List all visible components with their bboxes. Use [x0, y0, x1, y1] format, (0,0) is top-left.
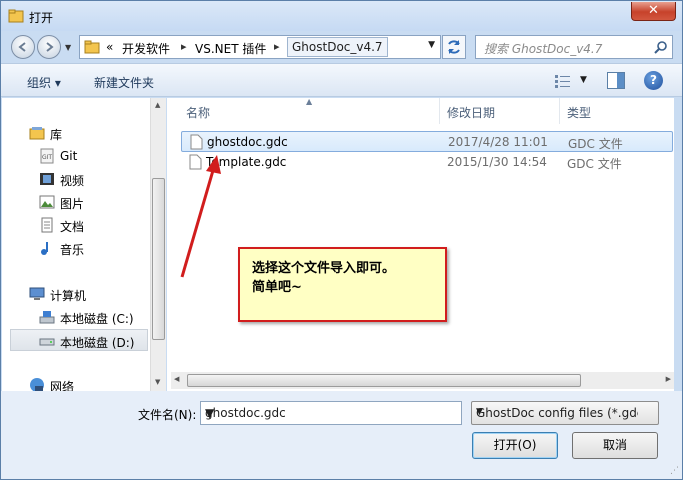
address-row: ▼ « 开发软件 ▸ VS.NET 插件 ▸ GhostDoc_v4.7 ▼ 搜…: [1, 31, 682, 63]
nav-item-pictures[interactable]: 图片: [2, 191, 150, 213]
nav-item-label: 计算机: [50, 289, 87, 303]
file-type: GDC 文件: [568, 137, 623, 151]
column-divider[interactable]: [439, 98, 440, 124]
folder-icon: [84, 40, 100, 54]
file-date: 2015/1/30 14:54: [447, 155, 547, 169]
navigation-pane: 库 GIT Git 视频 图片 文档 音乐 计算机 本地磁盘 (C:) 本地磁盘…: [2, 98, 166, 394]
command-bar: 组织 ▾ 新建文件夹 ▼ ?: [1, 63, 682, 97]
scroll-right-icon[interactable]: ▶: [666, 375, 671, 383]
search-placeholder: 搜索 GhostDoc_v4.7: [484, 42, 603, 56]
drive-icon: [39, 338, 55, 346]
picture-icon: [39, 195, 55, 209]
computer-icon: [29, 287, 45, 300]
annotation-line: 简单吧~: [252, 280, 302, 295]
filename-dropdown-icon[interactable]: ▼: [205, 406, 455, 420]
annotation-callout: 选择这个文件导入即可。 简单吧~: [238, 247, 447, 322]
breadcrumb-separator-icon[interactable]: ▸: [181, 40, 187, 53]
system-drive-icon: [39, 311, 55, 324]
file-row[interactable]: ghostdoc.gdc 2017/4/28 11:01 GDC 文件: [181, 131, 673, 152]
nav-scrollbar[interactable]: ▲ ▼: [150, 98, 166, 391]
scroll-up-icon[interactable]: ▲: [155, 101, 160, 109]
column-header-name[interactable]: 名称: [186, 104, 210, 121]
arrow-left-icon: [18, 42, 26, 52]
music-icon: [41, 242, 48, 255]
filename-input[interactable]: ghostdoc.gdc ▼: [200, 401, 462, 425]
cancel-button[interactable]: 取消: [572, 432, 658, 459]
file-row[interactable]: Template.gdc 2015/1/30 14:54 GDC 文件: [181, 152, 673, 173]
breadcrumb-item[interactable]: 开发软件: [122, 40, 170, 57]
annotation-text: 选择这个文件导入即可。 简单吧~: [252, 259, 395, 297]
annotation-line: 选择这个文件导入即可。: [252, 261, 396, 276]
close-button[interactable]: ✕: [631, 2, 676, 21]
nav-item-label: 音乐: [60, 243, 85, 257]
nav-item-label: 视频: [60, 174, 85, 188]
search-input[interactable]: 搜索 GhostDoc_v4.7: [475, 35, 673, 59]
breadcrumb-overflow[interactable]: «: [106, 40, 113, 54]
nav-item-documents[interactable]: 文档: [2, 214, 150, 236]
breadcrumb-separator-icon[interactable]: ▸: [274, 40, 280, 53]
organize-menu[interactable]: 组织 ▾: [27, 74, 61, 91]
window-title: 打开: [29, 11, 54, 25]
nav-item-music[interactable]: 音乐: [2, 237, 150, 259]
svg-text:GIT: GIT: [42, 154, 52, 161]
document-icon: [41, 217, 53, 233]
nav-item-drive-d[interactable]: 本地磁盘 (D:): [10, 329, 148, 351]
nav-item-label: 本地磁盘 (D:): [60, 336, 135, 350]
breadcrumb-current[interactable]: GhostDoc_v4.7: [287, 37, 388, 57]
file-list: ▲ 名称 修改日期 类型 ghostdoc.gdc 2017/4/28 11:0…: [167, 97, 674, 391]
chevron-down-icon: ▼: [476, 407, 483, 417]
filename-label: 文件名(N):: [138, 408, 197, 422]
file-date: 2017/4/28 11:01: [448, 135, 548, 149]
arrow-right-icon: [46, 42, 54, 52]
dialog-footer: 文件名(N): ghostdoc.gdc ▼ GhostDoc config f…: [1, 391, 682, 479]
sort-ascending-icon: ▲: [306, 97, 313, 106]
library-icon: [29, 127, 45, 140]
file-type: GDC 文件: [567, 157, 622, 171]
open-file-dialog: 打开 ✕ ▼ « 开发软件 ▸ VS.NET 插件 ▸ GhostDoc_v4.…: [0, 0, 683, 480]
column-header-date[interactable]: 修改日期: [447, 104, 495, 121]
open-dialog-icon: [8, 9, 24, 23]
annotation-arrow: [180, 155, 221, 278]
breadcrumb-item[interactable]: VS.NET 插件: [195, 40, 266, 57]
nav-item-label: 文档: [60, 220, 85, 234]
scroll-down-icon[interactable]: ▼: [155, 378, 160, 386]
back-button[interactable]: [11, 35, 35, 59]
nav-item-videos[interactable]: 视频: [2, 168, 150, 190]
help-button[interactable]: ?: [644, 71, 663, 90]
file-name: ghostdoc.gdc: [207, 135, 288, 149]
preview-pane-button[interactable]: [607, 72, 625, 89]
new-folder-button[interactable]: 新建文件夹: [94, 74, 154, 91]
resize-grip-icon[interactable]: ⋰: [670, 466, 679, 476]
recent-locations-dropdown[interactable]: ▼: [65, 43, 71, 52]
horizontal-scrollbar[interactable]: ◀ ▶: [171, 372, 674, 389]
nav-item-label: 本地磁盘 (C:): [60, 312, 134, 326]
file-icon: [190, 134, 203, 150]
view-options-icon[interactable]: [554, 73, 572, 89]
column-header-type[interactable]: 类型: [567, 104, 591, 121]
nav-item-label: 库: [50, 128, 63, 142]
forward-button[interactable]: [37, 35, 61, 59]
view-dropdown[interactable]: ▼: [580, 75, 587, 85]
video-icon: [40, 173, 54, 185]
address-dropdown[interactable]: ▼: [428, 40, 435, 50]
address-bar[interactable]: « 开发软件 ▸ VS.NET 插件 ▸ GhostDoc_v4.7 ▼: [79, 35, 441, 59]
scroll-left-icon[interactable]: ◀: [174, 375, 179, 383]
nav-item-label: 图片: [60, 197, 85, 211]
nav-item-libraries[interactable]: 库: [2, 122, 150, 144]
git-folder-icon: GIT: [40, 148, 54, 164]
title-bar: 打开 ✕: [1, 1, 682, 31]
nav-item-computer[interactable]: 计算机: [2, 283, 150, 305]
nav-item-drive-c[interactable]: 本地磁盘 (C:): [2, 306, 150, 328]
nav-scroll-thumb[interactable]: [152, 178, 165, 340]
column-divider[interactable]: [559, 98, 560, 124]
search-icon[interactable]: [654, 40, 668, 54]
nav-item-git[interactable]: GIT Git: [2, 145, 150, 167]
open-button[interactable]: 打开(O): [472, 432, 558, 459]
horizontal-scroll-thumb[interactable]: [187, 374, 581, 387]
file-type-select[interactable]: GhostDoc config files (*.gdc) ▼: [471, 401, 659, 425]
nav-item-label: Git: [60, 149, 78, 163]
refresh-button[interactable]: [442, 35, 466, 59]
refresh-icon: [448, 40, 460, 54]
